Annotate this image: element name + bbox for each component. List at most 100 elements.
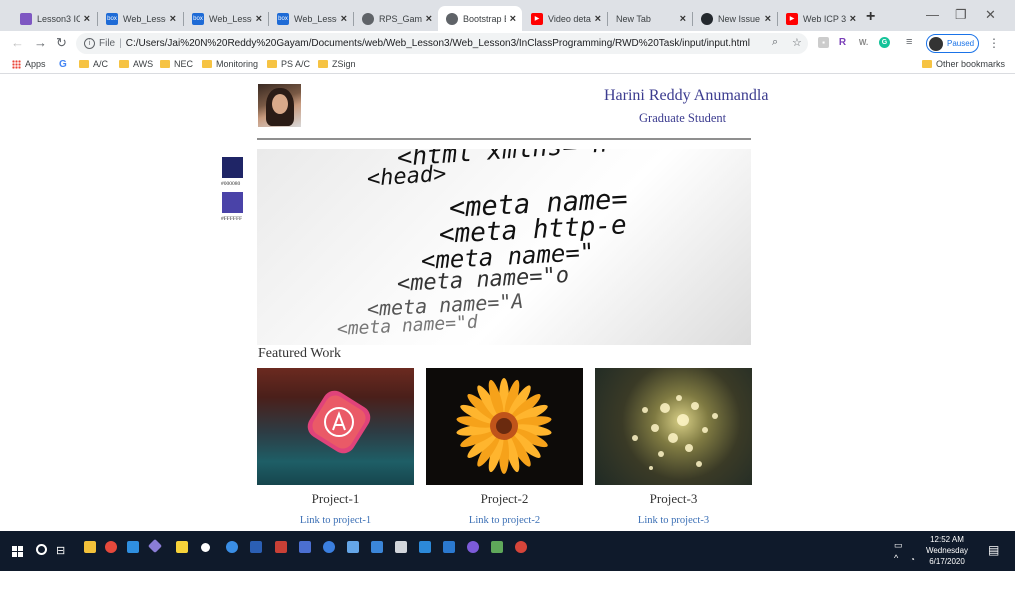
clock[interactable]: 12:52 AM Wednesday 6/17/2020 (920, 535, 974, 566)
code-line: <head> (366, 161, 448, 192)
app-icon[interactable] (443, 541, 455, 553)
bookmark-label: A/C (93, 59, 109, 69)
close-icon[interactable]: × (850, 13, 856, 25)
close-icon[interactable]: × (341, 13, 347, 25)
grammarly-icon[interactable]: G (879, 37, 890, 48)
bookmark-folder-aws[interactable]: AWS (119, 59, 153, 69)
project-3-link[interactable]: Link to project-3 (595, 515, 752, 526)
project-2-link[interactable]: Link to project-2 (426, 515, 583, 526)
menu-kebab-icon[interactable]: ⋮ (988, 36, 1000, 50)
app-icon[interactable] (467, 541, 479, 553)
bookmark-folder-ac[interactable]: A/C (79, 59, 108, 69)
tab-bootstrap-active[interactable]: Bootstrap Ex × (438, 6, 522, 31)
tab-title: RPS_Game (379, 13, 422, 24)
close-icon[interactable]: × (84, 13, 90, 25)
bookmark-star-icon[interactable]: ☆ (792, 36, 802, 49)
browser-window: Lesson3 ICP × box Web_Lesson × box Web_L… (0, 0, 1015, 608)
box-favicon-icon: box (277, 12, 289, 25)
notification-icon[interactable]: ▤ (988, 543, 999, 557)
close-icon[interactable]: × (426, 13, 432, 25)
search-icon[interactable] (36, 544, 47, 555)
teams-icon[interactable] (299, 541, 311, 553)
media-control-icon[interactable]: ≡ (906, 36, 912, 48)
extension-w-icon[interactable]: W. (858, 37, 869, 48)
close-icon[interactable]: × (256, 13, 262, 25)
profile-name: Harini Reddy Anumandla (604, 87, 769, 104)
project-3-image (595, 368, 752, 485)
tab-web-lesson-2[interactable]: box Web_Lesson × (184, 6, 268, 31)
bookmark-other[interactable]: Other bookmarks (922, 59, 1005, 69)
folder-icon (922, 60, 932, 68)
tab-web-lesson-3[interactable]: box Web_Lesson × (269, 6, 353, 31)
globe-favicon-icon (446, 12, 458, 25)
folder-icon (160, 60, 170, 68)
tab-new-issue[interactable]: New Issue × (693, 6, 777, 31)
powerpoint-icon[interactable] (275, 541, 287, 553)
extension-r-icon[interactable]: R (837, 37, 848, 48)
app-icon[interactable] (515, 541, 527, 553)
sticky-notes-icon[interactable] (176, 541, 188, 553)
box-favicon-icon: box (192, 12, 204, 25)
globe-favicon-icon (362, 12, 374, 25)
minimize-icon[interactable]: — (926, 7, 939, 22)
screen-margin (0, 571, 1015, 608)
edge-icon[interactable] (226, 541, 238, 553)
ie-icon[interactable] (323, 541, 335, 553)
app-diamond-icon[interactable] (147, 538, 163, 554)
vscode-icon[interactable] (127, 541, 139, 553)
color-swatch-purple (222, 192, 243, 213)
info-icon[interactable]: i (84, 38, 95, 49)
tab-title: Web ICP 3 (803, 13, 846, 24)
extension-icon[interactable]: ▪ (818, 37, 829, 48)
tab-new-tab[interactable]: New Tab × (608, 6, 692, 31)
close-icon[interactable]: × (170, 13, 176, 25)
app-icon[interactable] (491, 541, 503, 553)
app-icon[interactable] (371, 541, 383, 553)
chrome-icon[interactable] (105, 541, 117, 553)
close-icon[interactable]: × (765, 13, 771, 25)
close-icon[interactable]: × (595, 13, 601, 25)
bookmark-folder-nec[interactable]: NEC (160, 59, 193, 69)
tab-rps-game[interactable]: RPS_Game × (354, 6, 438, 31)
profile-paused-button[interactable]: Paused (926, 34, 979, 53)
forward-arrow-icon[interactable]: → (34, 35, 47, 50)
project-1-link[interactable]: Link to project-1 (257, 515, 414, 526)
app-icon[interactable] (419, 541, 431, 553)
window-close-icon[interactable]: ✕ (985, 7, 996, 23)
bookmark-label: NEC (174, 59, 194, 69)
restore-icon[interactable]: ❐ (955, 7, 967, 23)
tab-lesson3-icp[interactable]: Lesson3 ICP × (12, 6, 96, 31)
chevron-up-icon[interactable]: ^ (894, 553, 898, 563)
tab-title: Web_Lesson (294, 13, 337, 24)
tab-web-icp-3[interactable]: ▶ Web ICP 3 × (778, 6, 862, 31)
back-arrow-icon[interactable]: ← (11, 35, 24, 50)
battery-icon[interactable]: ▭ (894, 540, 903, 551)
bookmark-folder-monitoring[interactable]: Monitoring (202, 59, 258, 69)
bookmark-label: Other bookmarks (936, 59, 1006, 69)
bookmark-folder-zsign[interactable]: ZSign (318, 59, 356, 69)
bookmark-google[interactable]: G (59, 59, 67, 70)
word-icon[interactable] (250, 541, 262, 553)
bookmark-label: PS A/C (281, 59, 311, 69)
clock-date: 6/17/2020 (929, 557, 965, 566)
tab-video-detail[interactable]: ▶ Video detail × (523, 6, 607, 31)
bookmark-folder-psac[interactable]: PS A/C (267, 59, 310, 69)
app-icon[interactable] (395, 541, 407, 553)
address-bar[interactable]: i File | C:/Users/Jai%20N%20Reddy%20Gaya… (76, 33, 808, 54)
settings-gear-icon[interactable] (201, 543, 210, 552)
folder-icon (79, 60, 89, 68)
app-icon[interactable] (347, 541, 359, 553)
folder-icon (318, 60, 328, 68)
reload-icon[interactable]: ↻ (56, 35, 67, 51)
close-icon[interactable]: × (510, 13, 516, 25)
box-favicon-icon: box (106, 12, 118, 25)
tab-web-lesson-1[interactable]: box Web_Lesson × (98, 6, 182, 31)
bookmark-apps[interactable]: Apps (12, 59, 46, 69)
new-tab-plus-icon[interactable]: + (866, 8, 875, 26)
task-view-icon[interactable]: ⊟ (56, 544, 65, 557)
close-icon[interactable]: × (680, 13, 686, 25)
wifi-icon[interactable]: ◔ (910, 555, 915, 564)
windows-start-icon[interactable] (12, 546, 23, 557)
file-explorer-icon[interactable] (84, 541, 96, 553)
zoom-icon[interactable]: ⌕ (772, 36, 778, 49)
